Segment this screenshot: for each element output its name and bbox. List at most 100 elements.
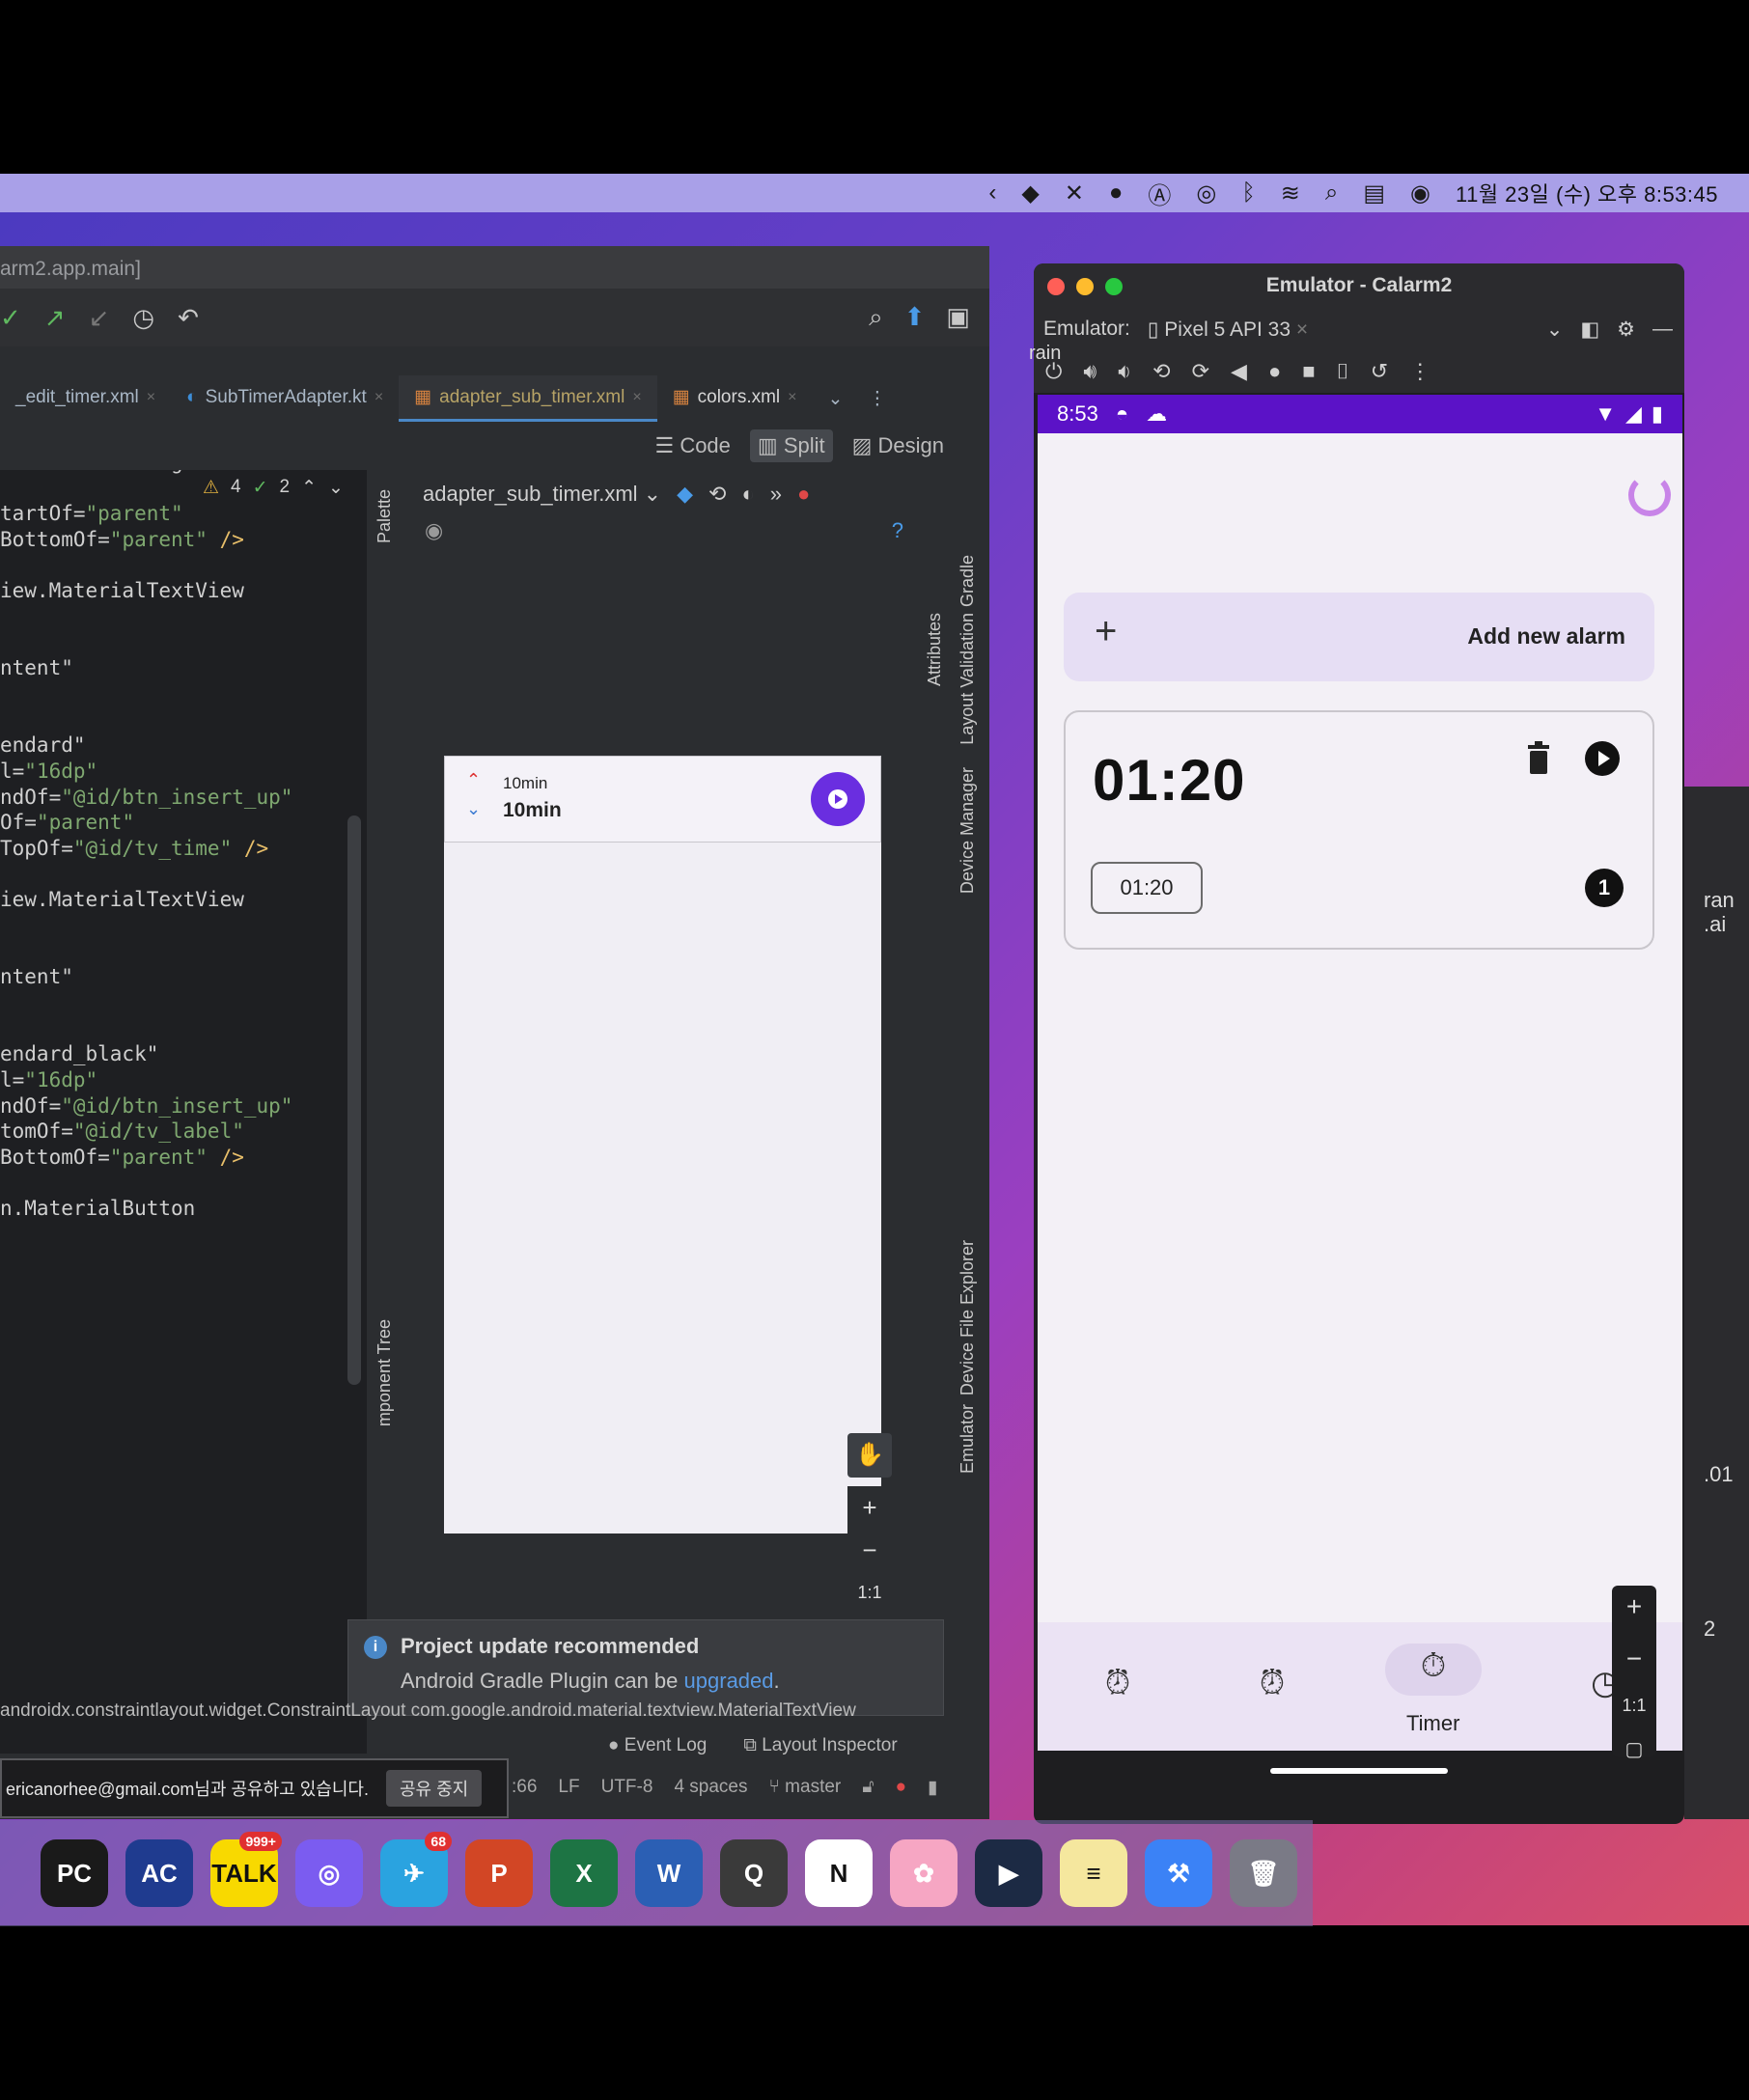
overview-icon[interactable]: ■ (1302, 359, 1315, 384)
close-icon[interactable]: × (632, 389, 641, 406)
tab-adapter-sub-timer[interactable]: ▦ adapter_sub_timer.xml × (399, 375, 657, 422)
history-icon[interactable]: ◷ (132, 303, 154, 333)
close-icon[interactable]: × (788, 389, 796, 406)
chevron-down-icon[interactable]: ⌄ (1546, 318, 1564, 342)
chevron-down-icon[interactable]: ⌄ (828, 388, 844, 410)
preview-sub-timer-item[interactable]: ⌃ ⌄ 10min 10min (444, 756, 881, 843)
inspection-widget[interactable]: ⚠ 4 ✓ 2 ⌃ ⌄ (203, 470, 367, 505)
excel-icon[interactable]: X (550, 1839, 618, 1907)
bluetooth-icon[interactable]: ᛒ (1241, 180, 1255, 207)
siri-icon[interactable]: ◉ (1410, 180, 1430, 207)
line-separator[interactable]: LF (558, 1777, 579, 1798)
attributes-tab[interactable]: Attributes (925, 613, 945, 686)
layers-icon[interactable]: ◆ (677, 482, 693, 507)
stop-sharing-button[interactable]: 공유 중지 (385, 1770, 483, 1807)
zoom-in-icon[interactable]: + (847, 1486, 892, 1529)
tab-edit-timer[interactable]: _edit_timer.xml × (0, 375, 171, 422)
photos-icon[interactable]: ✿ (890, 1839, 958, 1907)
layout-inspector-button[interactable]: ⧉ Layout Inspector (743, 1735, 897, 1756)
lock-icon[interactable]: 🔓︎ (862, 1777, 874, 1798)
trash-icon[interactable]: 🗑 (1230, 1839, 1297, 1907)
tab-subtimeradapter[interactable]: ◐ SubTimerAdapter.kt × (171, 375, 399, 422)
timer-card[interactable]: 01:20 01:20 1 (1064, 710, 1654, 950)
component-tree-tab[interactable]: mponent Tree (375, 1319, 395, 1426)
home-icon[interactable]: ● (1268, 359, 1281, 384)
sub-timer-chip[interactable]: 01:20 (1091, 862, 1203, 914)
editor-scrollbar[interactable] (347, 815, 361, 1385)
back-icon[interactable]: ◀ (1231, 359, 1247, 384)
input-source-icon[interactable]: Ⓐ (1148, 177, 1171, 210)
code-mode-button[interactable]: ☰ Code (654, 433, 730, 458)
word-icon[interactable]: W (635, 1839, 703, 1907)
account-icon[interactable]: ▣ (946, 302, 970, 333)
notion-icon[interactable]: N (805, 1839, 873, 1907)
file-encoding[interactable]: UTF-8 (601, 1777, 653, 1798)
cursor-position[interactable]: :66 (512, 1777, 537, 1798)
memory-icon[interactable]: ▮ (928, 1777, 937, 1799)
play-icon[interactable] (1585, 741, 1620, 776)
kakaotalk-icon[interactable]: TALK 999+ (210, 1832, 282, 1907)
push-icon[interactable]: ↗ (44, 303, 66, 333)
undo-icon[interactable]: ↶ (178, 303, 199, 333)
rotate-left-icon[interactable]: ⟲ (1152, 359, 1170, 384)
minimize-icon[interactable]: — (1652, 318, 1684, 341)
app-status-icon[interactable]: ◆ (1021, 180, 1039, 207)
close-icon[interactable]: × (1296, 318, 1308, 341)
device-manager-tab[interactable]: Device Manager (958, 767, 978, 894)
breadcrumb[interactable]: androidx.constraintlayout.widget.Constra… (0, 1700, 965, 1727)
phone-screen[interactable]: 8:53 ◓ ☁ ▼ ◢ ▮ + Add new alarm 01:20 01:… (1038, 395, 1682, 1751)
mute-icon[interactable]: ✕ (1065, 180, 1084, 207)
gear-icon[interactable]: ⚙ (1617, 318, 1635, 342)
chevron-left-icon[interactable]: ‹ (988, 180, 996, 207)
close-icon[interactable]: × (375, 389, 383, 406)
rotate-right-icon[interactable]: ⟳ (1192, 359, 1209, 384)
palette-tab[interactable]: Palette (375, 489, 395, 543)
appcode-icon[interactable]: AC (125, 1839, 193, 1907)
zoom-in-icon[interactable]: + (1626, 1591, 1642, 1622)
tab-colors[interactable]: ▦ colors.xml × (657, 375, 813, 422)
volume-down-icon[interactable]: 🔉︎ (1118, 359, 1131, 384)
alarm-clock-icon[interactable]: ⏰︎ (1250, 1661, 1294, 1705)
quicktime-icon[interactable]: Q (720, 1839, 788, 1907)
xcode-icon[interactable]: ⚒ (1145, 1839, 1212, 1907)
rotate-icon[interactable]: ⟲ (708, 482, 726, 507)
telegram-icon[interactable]: ✈ 68 (380, 1832, 452, 1907)
alarm-clock-icon[interactable]: ⏰︎ (1096, 1661, 1140, 1705)
airdrop-icon[interactable]: ◎ (1196, 180, 1216, 207)
stopwatch-icon[interactable]: ⏱︎ (1411, 1644, 1456, 1688)
chevron-up-icon[interactable]: ⌃ (301, 477, 317, 499)
layout-preview[interactable] (444, 756, 881, 1534)
update-icon[interactable]: ⬆ (904, 302, 926, 333)
more-icon[interactable]: ⋮ (1409, 359, 1430, 384)
chevron-down-icon[interactable]: ⌄ (328, 477, 344, 499)
zoom-ratio[interactable]: 1:1 (847, 1571, 892, 1614)
zoom-out-icon[interactable]: − (1626, 1644, 1642, 1674)
menu-clock[interactable]: 11월 23일 (수) 오후 8:53:45 (1456, 178, 1718, 208)
zoom-out-icon[interactable]: − (847, 1529, 892, 1571)
chevron-up-icon[interactable]: ⌃ (466, 770, 481, 790)
wifi-icon[interactable]: ≋ (1281, 180, 1300, 207)
trash-icon[interactable] (1526, 741, 1551, 774)
commit-check-icon[interactable]: ✓ (0, 303, 21, 333)
minimize-window-button[interactable] (1076, 278, 1094, 295)
eye-icon[interactable]: ◉ (425, 518, 443, 542)
split-mode-button[interactable]: ▥ Split (749, 429, 833, 462)
pull-icon[interactable]: ↙ (89, 303, 110, 333)
messenger-icon[interactable]: ◎ (295, 1839, 363, 1907)
reset-icon[interactable]: ↺ (1371, 359, 1388, 384)
fit-screen-icon[interactable]: ▢ (1625, 1737, 1644, 1761)
gradle-tab[interactable]: Gradle (958, 555, 978, 607)
pycharm-icon[interactable]: PC (41, 1839, 108, 1907)
play-icon[interactable] (811, 772, 865, 826)
phone-home-indicator[interactable] (1270, 1768, 1448, 1774)
emulator-tab[interactable]: Emulator (958, 1404, 978, 1474)
search-icon[interactable]: ⌕ (869, 302, 883, 333)
code-editor[interactable]: wn"tent"ntent"oard_arrow_down"ctableItem… (0, 470, 367, 1754)
window-mode-icon[interactable]: ◧ (1580, 318, 1599, 342)
notification-app-icon[interactable]: ● (1109, 180, 1124, 207)
volume-up-icon[interactable]: 🔊︎ (1083, 359, 1097, 384)
design-file-dropdown[interactable]: adapter_sub_timer.xml ⌄ (423, 482, 661, 507)
search-icon[interactable]: ⌕ (1325, 180, 1338, 207)
device-tab[interactable]: ▯ Pixel 5 API 33 × (1148, 318, 1308, 342)
device-file-explorer-tab[interactable]: Device File Explorer (958, 1240, 978, 1395)
